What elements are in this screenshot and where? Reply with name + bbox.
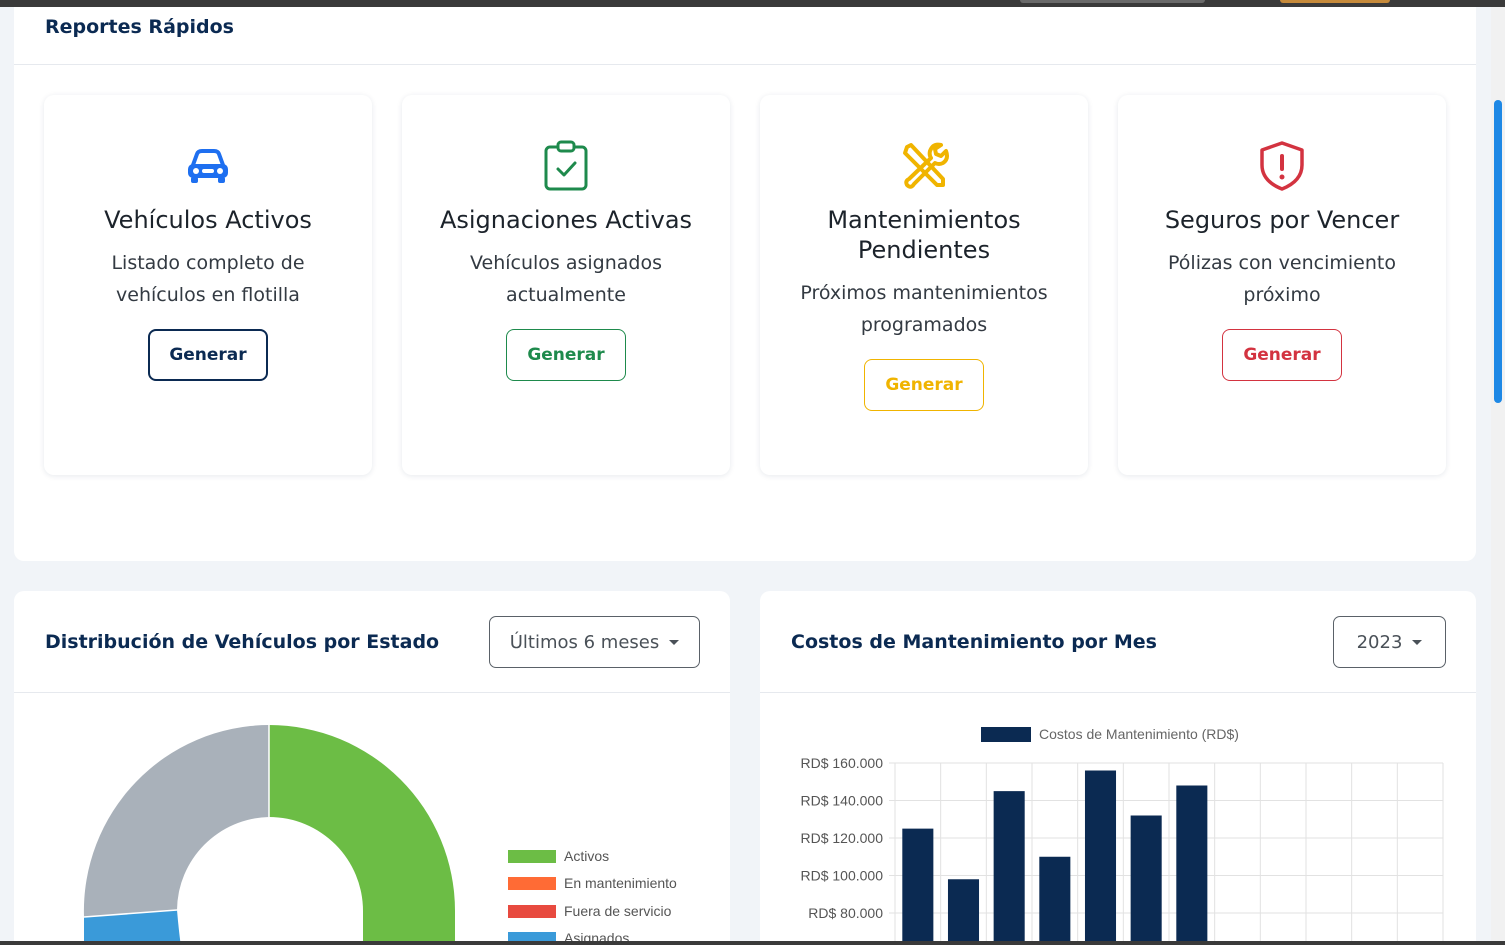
legend-label-en-mantenimiento: En mantenimiento [564,875,677,891]
report-card-description: Vehículos asignados actualmente [469,252,662,306]
y-tick-label: RD$ 160.000 [800,755,883,771]
page-scrollbar[interactable] [1491,7,1505,943]
page-scrollbar-thumb[interactable] [1494,100,1502,403]
donut-slice-activos [269,725,455,945]
car-icon [188,149,228,183]
bar-month-1 [902,828,934,942]
bar-chart-y-ticks: RD$ 160.000 RD$ 140.000 RD$ 120.000 RD$ 100… [800,755,883,921]
vehicle-distribution-header: Distribución de Vehículos por Estado Últ… [14,591,730,693]
chevron-down-icon [1412,639,1423,645]
clipboard-check-icon [544,140,588,191]
report-card-title: Seguros por Vencer [1164,206,1400,234]
report-card-description: Listado completo de vehículos en flotill… [111,252,305,306]
quick-reports-card: Reportes Rápidos Vehículos Activos Lista… [14,7,1476,561]
legend-swatch-activos [508,850,556,863]
quick-reports-header: Reportes Rápidos [14,7,1476,65]
vehicle-distribution-donut-chart: Activos En mantenimiento Fuera de servic… [83,725,677,945]
vehicle-distribution-title: Distribución de Vehículos por Estado [45,631,440,653]
report-card-active-vehicles: Vehículos Activos Listado completo de ve… [44,95,372,475]
vehicle-distribution-card: Distribución de Vehículos por Estado Últ… [14,591,730,945]
bar-month-6 [1130,815,1162,942]
year-filter-select[interactable]: 2023 [1333,616,1446,668]
window-bottom-edge [0,941,1505,945]
quick-reports-title: Reportes Rápidos [45,15,234,38]
tools-icon [903,142,949,189]
legend-swatch-fuera-de-servicio [508,905,556,918]
generate-expiring-insurance-button[interactable]: Generar [1222,329,1342,381]
maintenance-costs-title: Costos de Mantenimiento por Mes [791,631,1157,653]
bar-month-4 [1039,856,1071,942]
year-filter-value: 2023 [1356,631,1403,653]
legend-label-fuera-de-servicio: Fuera de servicio [564,903,672,919]
bar-month-3 [993,791,1025,942]
donut-group [83,725,455,945]
bar-chart-bars [902,770,1208,942]
browser-top-edge [0,0,1505,7]
y-tick-label: RD$ 140.000 [800,793,883,809]
donut-slice-other [83,725,269,917]
legend-swatch-en-mantenimiento [508,877,556,890]
y-tick-label: RD$ 120.000 [800,830,883,846]
chevron-down-icon [669,639,680,645]
report-card-description: Próximos mantenimientos programados [800,282,1048,336]
legend-swatch-costs [981,727,1031,742]
period-filter-value: Últimos 6 meses [509,631,660,653]
report-card-expiring-insurance: Seguros por Vencer Pólizas con vencimien… [1118,95,1446,475]
report-card-title: Asignaciones Activas [439,206,693,234]
report-card-pending-maintenance: Mantenimientos Pendientes Próximos mante… [760,95,1088,475]
generate-active-assignments-button[interactable]: Generar [506,329,626,381]
bar-month-7 [1176,785,1208,942]
report-card-title: Mantenimientos Pendientes [827,206,1021,264]
legend-label-costs: Costos de Mantenimiento (RD$) [1039,726,1239,742]
report-card-title: Vehículos Activos [104,206,312,234]
legend-label-activos: Activos [564,848,609,864]
donut-legend: Activos En mantenimiento Fuera de servic… [508,848,677,945]
shield-alert-icon [1260,141,1304,191]
maintenance-costs-card: Costos de Mantenimiento por Mes 2023 Cos… [760,591,1476,945]
bar-month-2 [947,879,980,942]
y-tick-label: RD$ 80.000 [808,905,883,921]
report-card-description: Pólizas con vencimiento próximo [1168,252,1396,306]
report-card-active-assignments: Asignaciones Activas Vehículos asignados… [402,95,730,475]
browser-tab-edge [1020,0,1205,3]
period-filter-select[interactable]: Últimos 6 meses [489,616,700,668]
generate-active-vehicles-button[interactable]: Generar [148,329,268,381]
y-tick-label: RD$ 100.000 [800,868,883,884]
bar-month-5 [1084,770,1117,942]
maintenance-costs-bar-chart: Costos de Mantenimiento (RD$) RD$ 160.00… [800,726,1444,942]
maintenance-costs-header: Costos de Mantenimiento por Mes 2023 [760,591,1476,693]
browser-tab-edge-accent [1280,0,1390,3]
generate-pending-maintenance-button[interactable]: Generar [864,359,984,411]
